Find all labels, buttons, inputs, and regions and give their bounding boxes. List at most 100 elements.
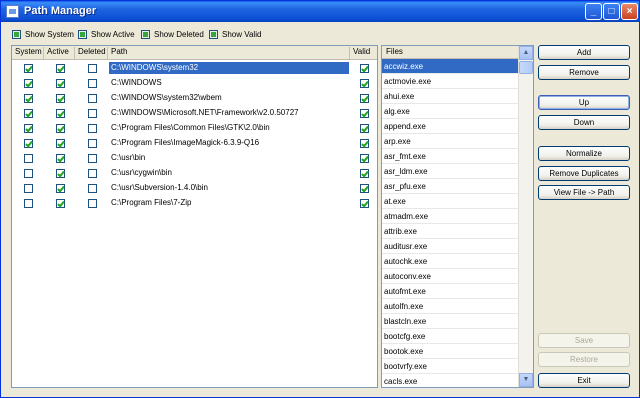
active-checkbox[interactable]: [56, 154, 65, 163]
path-cell[interactable]: C:\WINDOWS: [109, 77, 349, 89]
active-checkbox[interactable]: [56, 139, 65, 148]
table-row[interactable]: C:\WINDOWS: [12, 76, 377, 91]
path-cell[interactable]: C:\usr\bin: [109, 152, 349, 164]
system-checkbox[interactable]: [24, 184, 33, 193]
list-item[interactable]: at.exe: [382, 194, 519, 209]
valid-checkbox[interactable]: [360, 124, 369, 133]
show-system-checkbox[interactable]: [12, 30, 21, 39]
list-item[interactable]: bootok.exe: [382, 344, 519, 359]
list-item[interactable]: append.exe: [382, 119, 519, 134]
show-active-checkbox[interactable]: [78, 30, 87, 39]
title-bar[interactable]: Path Manager _ □ ×: [1, 1, 639, 22]
system-checkbox[interactable]: [24, 64, 33, 73]
valid-checkbox[interactable]: [360, 169, 369, 178]
files-scrollbar[interactable]: ▲ ▼: [518, 46, 533, 387]
system-checkbox[interactable]: [24, 79, 33, 88]
list-item[interactable]: attrib.exe: [382, 224, 519, 239]
valid-checkbox[interactable]: [360, 139, 369, 148]
column-valid[interactable]: Valid: [350, 47, 377, 59]
normalize-button[interactable]: Normalize: [538, 146, 630, 161]
scroll-thumb[interactable]: [519, 61, 533, 74]
scroll-down-arrow-icon[interactable]: ▼: [519, 373, 533, 387]
active-checkbox[interactable]: [56, 79, 65, 88]
list-item[interactable]: autolfn.exe: [382, 299, 519, 314]
path-cell[interactable]: C:\Program Files\7-Zip: [109, 197, 349, 209]
deleted-checkbox[interactable]: [88, 154, 97, 163]
system-checkbox[interactable]: [24, 139, 33, 148]
path-cell[interactable]: C:\Program Files\Common Files\GTK\2.0\bi…: [109, 122, 349, 134]
table-row[interactable]: C:\usr\bin: [12, 151, 377, 166]
list-item[interactable]: accwiz.exe: [382, 59, 519, 74]
active-checkbox[interactable]: [56, 124, 65, 133]
path-cell[interactable]: C:\usr\cygwin\bin: [109, 167, 349, 179]
system-checkbox[interactable]: [24, 199, 33, 208]
table-row[interactable]: C:\WINDOWS\Microsoft.NET\Framework\v2.0.…: [12, 106, 377, 121]
table-row[interactable]: C:\usr\Subversion-1.4.0\bin: [12, 181, 377, 196]
show-valid-checkbox[interactable]: [209, 30, 218, 39]
list-item[interactable]: cacls.exe: [382, 374, 519, 389]
list-item[interactable]: bootvrfy.exe: [382, 359, 519, 374]
list-item[interactable]: blastcln.exe: [382, 314, 519, 329]
down-button[interactable]: Down: [538, 115, 630, 130]
scroll-up-arrow-icon[interactable]: ▲: [519, 46, 533, 60]
list-item[interactable]: asr_pfu.exe: [382, 179, 519, 194]
exit-button[interactable]: Exit: [538, 373, 630, 388]
deleted-checkbox[interactable]: [88, 199, 97, 208]
deleted-checkbox[interactable]: [88, 94, 97, 103]
active-checkbox[interactable]: [56, 109, 65, 118]
path-cell[interactable]: C:\WINDOWS\Microsoft.NET\Framework\v2.0.…: [109, 107, 349, 119]
deleted-checkbox[interactable]: [88, 124, 97, 133]
remove-button[interactable]: Remove: [538, 65, 630, 80]
list-item[interactable]: asr_fmt.exe: [382, 149, 519, 164]
valid-checkbox[interactable]: [360, 94, 369, 103]
remove-duplicates-button[interactable]: Remove Duplicates: [538, 166, 630, 181]
column-system[interactable]: System: [12, 47, 44, 59]
deleted-checkbox[interactable]: [88, 109, 97, 118]
list-item[interactable]: auditusr.exe: [382, 239, 519, 254]
table-row[interactable]: C:\usr\cygwin\bin: [12, 166, 377, 181]
path-cell[interactable]: C:\Program Files\ImageMagick-6.3.9-Q16: [109, 137, 349, 149]
list-item[interactable]: autochk.exe: [382, 254, 519, 269]
table-row[interactable]: C:\Program Files\ImageMagick-6.3.9-Q16: [12, 136, 377, 151]
path-cell[interactable]: C:\WINDOWS\system32: [109, 62, 349, 74]
maximize-button[interactable]: □: [603, 3, 620, 20]
system-checkbox[interactable]: [24, 169, 33, 178]
system-checkbox[interactable]: [24, 154, 33, 163]
table-row[interactable]: C:\WINDOWS\system32\wbem: [12, 91, 377, 106]
active-checkbox[interactable]: [56, 94, 65, 103]
list-item[interactable]: autofmt.exe: [382, 284, 519, 299]
deleted-checkbox[interactable]: [88, 64, 97, 73]
valid-checkbox[interactable]: [360, 79, 369, 88]
view-file-path-button[interactable]: View File -> Path: [538, 185, 630, 200]
list-item[interactable]: actmovie.exe: [382, 74, 519, 89]
deleted-checkbox[interactable]: [88, 139, 97, 148]
close-button[interactable]: ×: [621, 3, 638, 20]
column-deleted[interactable]: Deleted: [75, 47, 108, 59]
list-item[interactable]: atmadm.exe: [382, 209, 519, 224]
deleted-checkbox[interactable]: [88, 79, 97, 88]
system-checkbox[interactable]: [24, 124, 33, 133]
table-row[interactable]: C:\Program Files\Common Files\GTK\2.0\bi…: [12, 121, 377, 136]
list-item[interactable]: alg.exe: [382, 104, 519, 119]
list-item[interactable]: asr_ldm.exe: [382, 164, 519, 179]
valid-checkbox[interactable]: [360, 184, 369, 193]
system-checkbox[interactable]: [24, 94, 33, 103]
path-cell[interactable]: C:\usr\Subversion-1.4.0\bin: [109, 182, 349, 194]
active-checkbox[interactable]: [56, 64, 65, 73]
column-active[interactable]: Active: [44, 47, 75, 59]
valid-checkbox[interactable]: [360, 64, 369, 73]
valid-checkbox[interactable]: [360, 154, 369, 163]
path-grid[interactable]: System Active Deleted Path Valid C:\WIND…: [11, 45, 378, 388]
deleted-checkbox[interactable]: [88, 169, 97, 178]
save-button[interactable]: Save: [538, 333, 630, 348]
column-path[interactable]: Path: [108, 47, 350, 59]
up-button[interactable]: Up: [538, 95, 630, 110]
show-deleted-checkbox[interactable]: [141, 30, 150, 39]
restore-button[interactable]: Restore: [538, 352, 630, 367]
system-checkbox[interactable]: [24, 109, 33, 118]
add-button[interactable]: Add: [538, 45, 630, 60]
table-row[interactable]: C:\WINDOWS\system32: [12, 61, 377, 76]
table-row[interactable]: C:\Program Files\7-Zip: [12, 196, 377, 211]
list-item[interactable]: bootcfg.exe: [382, 329, 519, 344]
path-cell[interactable]: C:\WINDOWS\system32\wbem: [109, 92, 349, 104]
